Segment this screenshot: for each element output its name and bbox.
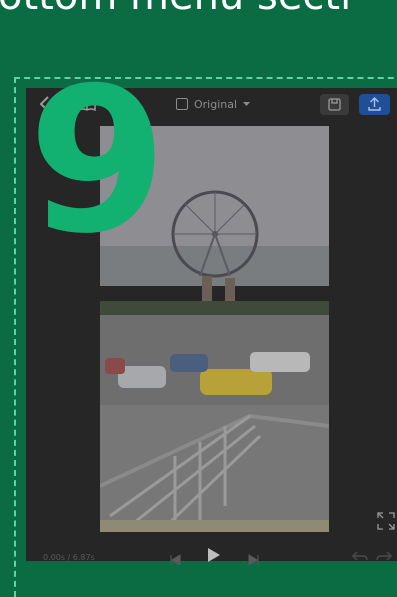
aspect-ratio-label: Original xyxy=(194,97,238,111)
export-icon xyxy=(368,97,381,111)
skip-forward-icon xyxy=(248,554,259,566)
skip-back-icon xyxy=(170,554,181,566)
step-number: 9 xyxy=(28,45,168,278)
aspect-ratio-select[interactable]: Original xyxy=(176,95,251,113)
playback-bar: 0.00s / 6.87s xyxy=(26,543,397,566)
redo-icon xyxy=(376,551,393,561)
section-title: ottom menu secti xyxy=(0,0,397,20)
export-button[interactable] xyxy=(359,94,390,115)
fullscreen-icon[interactable] xyxy=(377,512,395,530)
redo-button[interactable] xyxy=(376,547,393,566)
undo-button[interactable] xyxy=(351,547,368,566)
ratio-icon xyxy=(176,98,188,110)
undo-icon xyxy=(351,551,368,561)
skip-back-button[interactable] xyxy=(169,550,181,569)
play-button[interactable] xyxy=(206,547,220,566)
play-icon xyxy=(208,548,220,562)
save-button[interactable] xyxy=(320,94,349,115)
save-icon xyxy=(328,98,341,111)
skip-forward-button[interactable] xyxy=(248,550,260,569)
chevron-down-icon xyxy=(243,101,251,106)
